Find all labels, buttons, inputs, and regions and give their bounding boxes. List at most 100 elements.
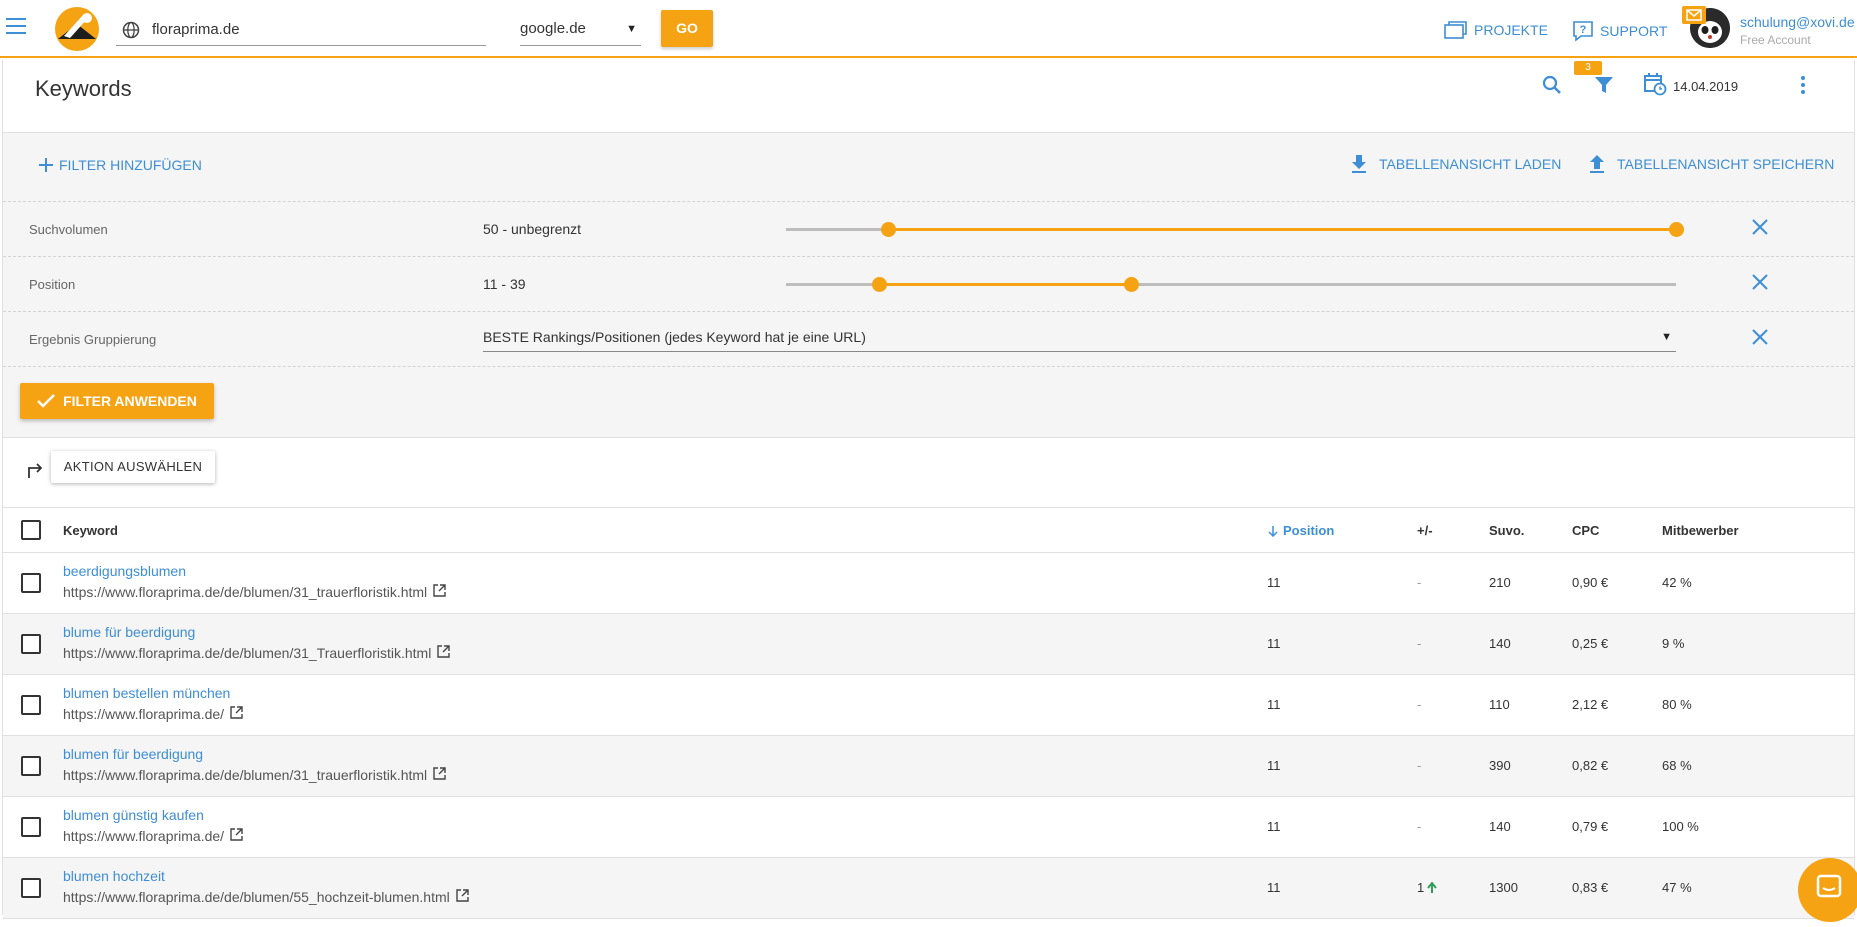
filter-label: Position bbox=[29, 277, 76, 292]
external-link-icon[interactable] bbox=[433, 584, 446, 600]
change-cell: - bbox=[1417, 758, 1421, 773]
change-value: - bbox=[1417, 575, 1422, 590]
keywords-card: Keywords 3 14.04.2019 FILTER HINZUFÜGEN … bbox=[2, 60, 1855, 919]
keyword-link[interactable]: blumen bestellen münchen bbox=[63, 685, 230, 701]
row-checkbox[interactable] bbox=[21, 634, 41, 654]
row-checkbox[interactable] bbox=[21, 817, 41, 837]
column-header-cpc[interactable]: CPC bbox=[1572, 523, 1599, 538]
action-bar: AKTION AUSWÄHLEN bbox=[3, 438, 1854, 508]
close-icon[interactable] bbox=[1751, 328, 1769, 351]
external-link-icon[interactable] bbox=[230, 706, 243, 722]
chevron-down-icon: ▼ bbox=[626, 23, 637, 35]
xovi-logo[interactable] bbox=[54, 6, 100, 52]
save-view-button[interactable]: TABELLENANSICHT SPEICHERN bbox=[1589, 155, 1834, 173]
row-checkbox[interactable] bbox=[21, 573, 41, 593]
slider-handle-max[interactable] bbox=[1669, 222, 1684, 237]
mail-icon[interactable] bbox=[1682, 6, 1706, 24]
apply-filter-label: FILTER ANWENDEN bbox=[63, 393, 197, 409]
close-icon[interactable] bbox=[1751, 218, 1769, 241]
keyword-link[interactable]: blumen günstig kaufen bbox=[63, 807, 204, 823]
table-row: blumen für beerdigung https://www.florapr… bbox=[3, 736, 1854, 797]
url-value: https://www.floraprima.de/ bbox=[63, 706, 225, 722]
row-checkbox[interactable] bbox=[21, 695, 41, 715]
support-link[interactable]: ? SUPPORT bbox=[1572, 20, 1667, 42]
filter-label: Suchvolumen bbox=[29, 222, 108, 237]
filter-row-search-volume: Suchvolumen 50 - unbegrenzt bbox=[3, 201, 1854, 256]
keyword-link[interactable]: blumen für beerdigung bbox=[63, 746, 203, 762]
help-chat-icon: ? bbox=[1573, 21, 1593, 42]
external-link-icon[interactable] bbox=[433, 767, 446, 783]
column-header-position[interactable]: Position bbox=[1267, 523, 1334, 538]
add-filter-button[interactable]: FILTER HINZUFÜGEN bbox=[39, 157, 202, 173]
column-header-keyword[interactable]: Keyword bbox=[63, 523, 118, 538]
arrow-up-icon bbox=[1427, 881, 1438, 893]
apply-filter-button[interactable]: FILTER ANWENDEN bbox=[20, 383, 214, 419]
column-header-competition[interactable]: Mitbewerber bbox=[1662, 523, 1739, 538]
slider-handle-max[interactable] bbox=[1124, 277, 1140, 292]
top-bar: google.de ▼ GO PROJEKTE ? SUPPORT schul bbox=[0, 0, 1857, 58]
plus-icon bbox=[39, 158, 53, 172]
grouping-select[interactable]: BESTE Rankings/Positionen (jedes Keyword… bbox=[483, 324, 1676, 352]
volume-cell: 140 bbox=[1489, 636, 1511, 651]
volume-cell: 110 bbox=[1489, 697, 1510, 712]
page-title: Keywords bbox=[35, 76, 132, 101]
range-slider[interactable] bbox=[786, 222, 1684, 237]
user-email[interactable]: schulung@xovi.de bbox=[1740, 14, 1855, 30]
load-view-button[interactable]: TABELLENANSICHT LADEN bbox=[1351, 155, 1561, 173]
filter-value: 11 - 39 bbox=[483, 276, 526, 292]
volume-cell: 1300 bbox=[1489, 880, 1518, 895]
go-button[interactable]: GO bbox=[661, 10, 713, 47]
projects-link[interactable]: PROJEKTE bbox=[1444, 20, 1548, 40]
slider-fill bbox=[879, 283, 1132, 286]
competition-cell: 68 % bbox=[1662, 758, 1692, 773]
url-text: https://www.floraprima.de/de/blumen/31_T… bbox=[63, 645, 451, 661]
row-checkbox[interactable] bbox=[21, 756, 41, 776]
cpc-cell: 0,90 € bbox=[1572, 575, 1609, 590]
change-cell: - bbox=[1417, 819, 1421, 834]
url-text: https://www.floraprima.de/de/blumen/31_t… bbox=[63, 767, 446, 783]
external-link-icon[interactable] bbox=[437, 645, 451, 661]
select-all-checkbox[interactable] bbox=[21, 520, 41, 540]
select-action-button[interactable]: AKTION AUSWÄHLEN bbox=[51, 451, 215, 483]
calendar-icon[interactable] bbox=[1643, 72, 1667, 101]
save-view-label: TABELLENANSICHT SPEICHERN bbox=[1617, 156, 1835, 172]
chat-widget-button[interactable] bbox=[1798, 858, 1857, 922]
keyword-link[interactable]: blumen hochzeit bbox=[63, 868, 165, 884]
position-cell: 11 bbox=[1267, 819, 1281, 834]
position-header-label: Position bbox=[1283, 523, 1335, 538]
filter-icon[interactable] bbox=[1593, 74, 1615, 101]
close-icon[interactable] bbox=[1751, 273, 1769, 296]
add-filter-label: FILTER HINZUFÜGEN bbox=[59, 157, 202, 173]
url-value: https://www.floraprima.de/de/blumen/31_t… bbox=[63, 584, 428, 600]
change-value: - bbox=[1417, 697, 1422, 712]
date-display[interactable]: 14.04.2019 bbox=[1673, 79, 1738, 94]
keyword-link[interactable]: beerdigungsblumen bbox=[63, 563, 186, 579]
competition-cell: 100 % bbox=[1662, 819, 1699, 834]
keyword-link[interactable]: blume für beerdigung bbox=[63, 624, 195, 640]
change-value: - bbox=[1417, 758, 1422, 773]
slider-handle-min[interactable] bbox=[881, 222, 897, 237]
external-link-icon[interactable] bbox=[230, 828, 243, 844]
position-cell: 11 bbox=[1267, 575, 1281, 590]
column-header-change[interactable]: +/- bbox=[1417, 523, 1433, 538]
svg-text:?: ? bbox=[1580, 24, 1587, 36]
column-header-volume[interactable]: Suvo. bbox=[1489, 523, 1524, 538]
slider-handle-min[interactable] bbox=[872, 277, 888, 292]
url-value: https://www.floraprima.de/ bbox=[63, 828, 225, 844]
filter-count-badge: 3 bbox=[1574, 61, 1602, 75]
search-icon[interactable] bbox=[1541, 74, 1563, 101]
menu-icon[interactable] bbox=[6, 18, 26, 34]
change-value: - bbox=[1417, 819, 1422, 834]
position-cell: 11 bbox=[1267, 697, 1281, 712]
search-engine-select[interactable]: google.de ▼ bbox=[520, 14, 641, 46]
external-link-icon[interactable] bbox=[456, 889, 469, 905]
url-text: https://www.floraprima.de/de/blumen/31_t… bbox=[63, 584, 446, 600]
range-slider[interactable] bbox=[786, 277, 1676, 292]
row-checkbox[interactable] bbox=[21, 878, 41, 898]
change-cell: 1 bbox=[1417, 880, 1438, 895]
url-value: https://www.floraprima.de/de/blumen/55_h… bbox=[63, 889, 450, 905]
more-vert-icon[interactable] bbox=[1799, 74, 1807, 101]
domain-input[interactable] bbox=[150, 18, 480, 40]
position-cell: 11 bbox=[1267, 636, 1281, 651]
position-cell: 11 bbox=[1267, 880, 1281, 895]
